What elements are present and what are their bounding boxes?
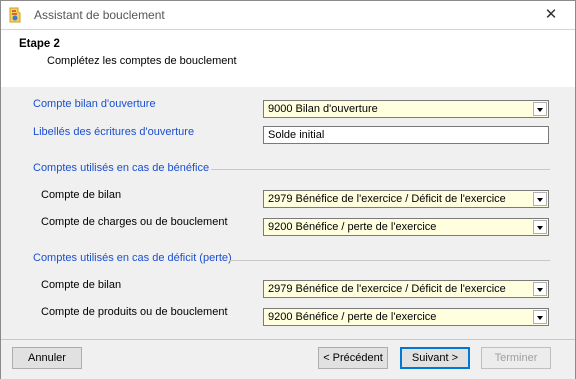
finish-button[interactable]: Terminer <box>481 347 551 369</box>
opening-account-value: 9000 Bilan d'ouverture <box>268 103 378 115</box>
loss-balance-label: Compte de bilan <box>41 279 122 291</box>
window-title: Assistant de bouclement <box>34 8 165 22</box>
profit-balance-select[interactable]: 2979 Bénéfice de l'exercice / Déficit de… <box>263 190 549 208</box>
loss-closing-value: 9200 Bénéfice / perte de l'exercice <box>268 311 437 323</box>
loss-closing-select[interactable]: 9200 Bénéfice / perte de l'exercice <box>263 308 549 326</box>
chevron-down-icon[interactable] <box>533 192 547 206</box>
step-title: Etape 2 <box>19 38 60 50</box>
close-icon[interactable]: ✕ <box>543 7 559 23</box>
wizard-body <box>1 87 575 339</box>
wizard-footer: Annuler < Précédent Suivant > Terminer <box>1 339 575 379</box>
profit-separator <box>211 169 550 170</box>
loss-separator <box>229 260 550 261</box>
loss-section-heading: Comptes utilisés en cas de déficit (pert… <box>33 252 232 264</box>
profit-balance-value: 2979 Bénéfice de l'exercice / Déficit de… <box>268 193 506 205</box>
wizard-header: Etape 2 Complétez les comptes de bouclem… <box>1 29 575 88</box>
loss-balance-value: 2979 Bénéfice de l'exercice / Déficit de… <box>268 283 506 295</box>
chevron-down-icon[interactable] <box>533 282 547 296</box>
chevron-down-icon[interactable] <box>533 102 547 116</box>
profit-balance-label: Compte de bilan <box>41 189 122 201</box>
app-icon <box>9 7 21 23</box>
opening-account-label: Compte bilan d'ouverture <box>33 98 156 110</box>
next-button[interactable]: Suivant > <box>400 347 470 369</box>
opening-text-label: Libellés des écritures d'ouverture <box>33 126 195 138</box>
profit-closing-label: Compte de charges ou de bouclement <box>41 216 228 228</box>
profit-closing-select[interactable]: 9200 Bénéfice / perte de l'exercice <box>263 218 549 236</box>
loss-closing-label: Compte de produits ou de bouclement <box>41 306 228 318</box>
previous-button[interactable]: < Précédent <box>318 347 388 369</box>
loss-balance-select[interactable]: 2979 Bénéfice de l'exercice / Déficit de… <box>263 280 549 298</box>
step-subtitle: Complétez les comptes de bouclement <box>47 55 237 67</box>
title-bar: Assistant de bouclement ✕ <box>1 1 575 29</box>
chevron-down-icon[interactable] <box>533 220 547 234</box>
opening-text-input[interactable] <box>263 126 549 144</box>
profit-section-heading: Comptes utilisés en cas de bénéfice <box>33 162 210 174</box>
wizard-window: Assistant de bouclement ✕ Etape 2 Complé… <box>0 0 576 379</box>
profit-closing-value: 9200 Bénéfice / perte de l'exercice <box>268 221 437 233</box>
opening-account-select[interactable]: 9000 Bilan d'ouverture <box>263 100 549 118</box>
chevron-down-icon[interactable] <box>533 310 547 324</box>
cancel-button[interactable]: Annuler <box>12 347 82 369</box>
